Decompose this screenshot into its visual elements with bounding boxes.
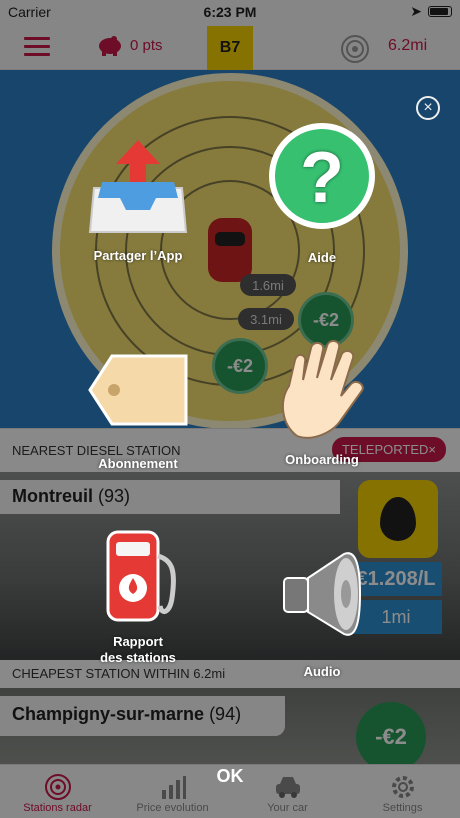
share-app-label: Partager l’App (93, 248, 183, 263)
menu-overlay[interactable] (0, 0, 460, 818)
ok-button[interactable]: OK (0, 766, 460, 787)
help-icon: ? (269, 123, 375, 229)
station-report-button[interactable]: Rapport des stations (78, 526, 198, 666)
onboarding-button[interactable]: Onboarding (262, 336, 382, 468)
subscription-label: Abonnement (98, 456, 178, 471)
waving-hand-icon (281, 340, 364, 439)
audio-label: Audio (303, 664, 341, 679)
close-icon[interactable]: × (416, 96, 440, 120)
onboarding-label: Onboarding (285, 452, 359, 467)
share-app-button[interactable]: Partager l’App (78, 136, 198, 264)
fuel-pump-icon (106, 530, 176, 622)
help-label: Aide (307, 250, 337, 265)
help-button[interactable]: ? Aide (262, 120, 382, 266)
subscription-button[interactable]: Abonnement (78, 350, 198, 472)
price-tag-icon (88, 354, 188, 426)
svg-text:?: ? (300, 138, 344, 218)
outbox-tray-icon (88, 140, 188, 233)
speaker-icon (283, 552, 362, 636)
audio-button[interactable]: Audio (262, 548, 382, 680)
station-report-label: Rapport des stations (100, 634, 176, 665)
